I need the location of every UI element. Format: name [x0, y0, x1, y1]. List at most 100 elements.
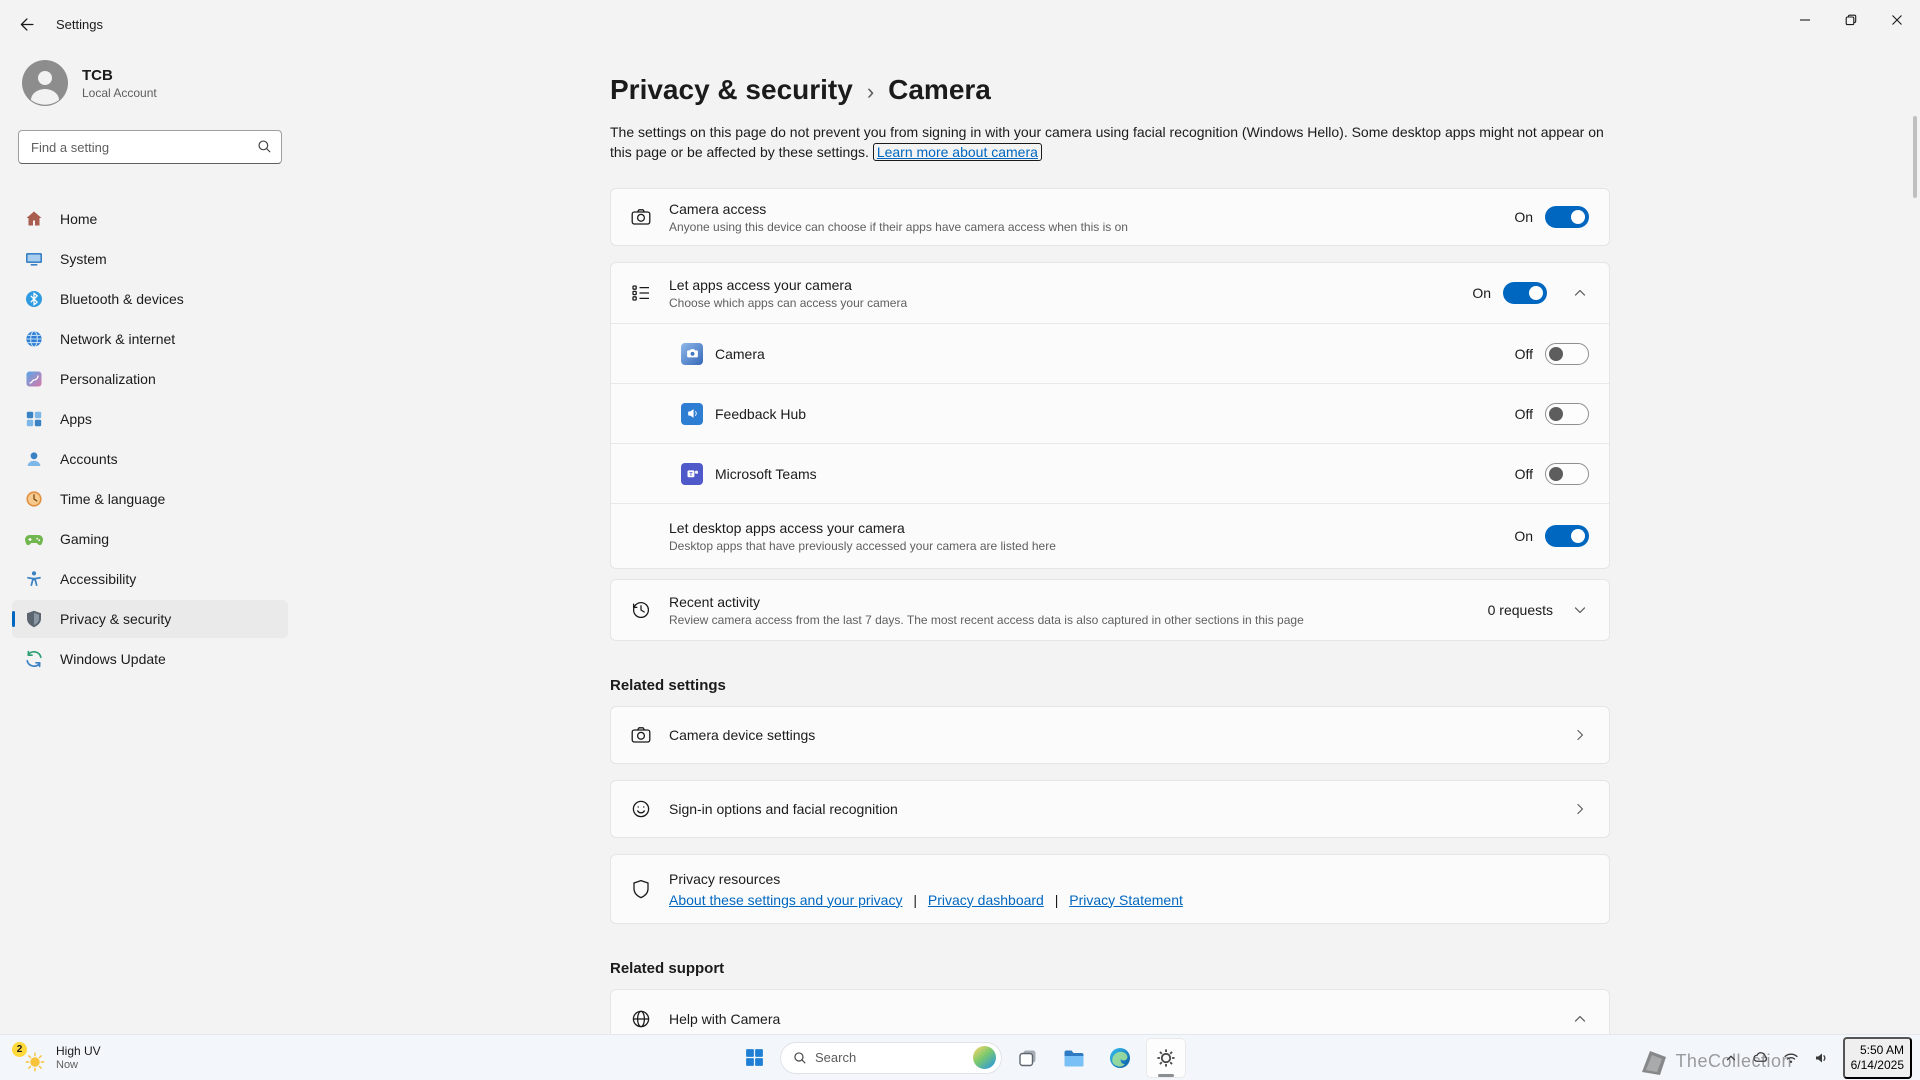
privacy-link-statement[interactable]: Privacy Statement [1069, 892, 1183, 908]
bluetooth-icon [24, 289, 44, 309]
gear-icon [1155, 1047, 1177, 1069]
sidebar-item-bluetooth-devices[interactable]: Bluetooth & devices [12, 280, 288, 318]
chevron-down-icon[interactable] [1571, 601, 1589, 619]
camera-app-toggle[interactable] [1545, 343, 1589, 365]
teams-app-icon: T [681, 463, 703, 485]
sidebar-item-gaming[interactable]: Gaming [12, 520, 288, 558]
back-button[interactable] [8, 7, 44, 41]
app-row-microsoft-teams: T Microsoft Teams Off [611, 444, 1609, 503]
link-label: Camera device settings [669, 727, 1571, 743]
system-tray: 5:50 AM 6/14/2025 [1717, 1035, 1912, 1080]
privacy-link-about[interactable]: About these settings and your privacy [669, 892, 902, 908]
widgets-button[interactable]: 2 High UV Now [2, 1037, 113, 1078]
sidebar-item-network-internet[interactable]: Network & internet [12, 320, 288, 358]
let-apps-group-card: Let apps access your camera Choose which… [610, 262, 1610, 569]
toggle-state-label: On [1472, 285, 1491, 301]
camera-access-card: Camera access Anyone using this device c… [610, 188, 1610, 246]
breadcrumb-parent[interactable]: Privacy & security [610, 74, 853, 106]
account-name: TCB [82, 67, 157, 84]
search-icon [793, 1051, 807, 1065]
setting-title: Recent activity [669, 594, 1488, 610]
page-title: Camera [888, 74, 991, 106]
taskbar-search-label: Search [815, 1050, 965, 1065]
sidebar-item-accessibility[interactable]: Accessibility [12, 560, 288, 598]
volume-icon[interactable] [1807, 1044, 1835, 1072]
onedrive-cloud-icon[interactable] [1747, 1044, 1775, 1072]
sidebar-item-home[interactable]: Home [12, 200, 288, 238]
gamepad-icon [24, 529, 44, 549]
search-highlight-icon [973, 1046, 996, 1069]
taskbar: 2 High UV Now Search [0, 1034, 1920, 1080]
accessibility-person-icon [24, 569, 44, 589]
restore-button[interactable] [1828, 0, 1874, 40]
help-with-camera-row[interactable]: Help with Camera [611, 990, 1609, 1034]
privacy-resources-card: Privacy resources About these settings a… [610, 854, 1610, 924]
search-icon [257, 139, 272, 154]
chevron-up-icon[interactable] [1571, 1010, 1589, 1028]
setting-desc: Choose which apps can access your camera [669, 296, 1472, 310]
help-with-camera-card: Help with Camera [610, 989, 1610, 1034]
personalization-icon [24, 369, 44, 389]
accounts-person-icon [24, 449, 44, 469]
account-type: Local Account [82, 86, 157, 100]
close-button[interactable] [1874, 0, 1920, 40]
app-name: Microsoft Teams [715, 466, 1515, 482]
camera-device-settings-card: Camera device settings [610, 706, 1610, 764]
desktop-apps-row: Let desktop apps access your camera Desk… [611, 504, 1609, 568]
learn-more-link[interactable]: Learn more about camera [873, 143, 1042, 161]
settings-search-input[interactable] [18, 130, 282, 164]
teams-toggle[interactable] [1545, 463, 1589, 485]
let-apps-toggle[interactable] [1503, 282, 1547, 304]
file-explorer-button[interactable] [1054, 1038, 1094, 1078]
related-settings-header: Related settings [610, 677, 1610, 694]
start-button[interactable] [734, 1038, 774, 1078]
scrollbar-thumb[interactable] [1913, 116, 1917, 198]
task-view-button[interactable] [1008, 1038, 1048, 1078]
sidebar-item-windows-update[interactable]: Windows Update [12, 640, 288, 678]
privacy-resources-row: Privacy resources About these settings a… [611, 855, 1609, 923]
sidebar-item-time-language[interactable]: Time & language [12, 480, 288, 518]
chevron-right-icon [1571, 726, 1589, 744]
recent-activity-card[interactable]: Recent activity Review camera access fro… [610, 579, 1610, 641]
toggle-state-label: Off [1515, 406, 1533, 422]
minimize-button[interactable] [1782, 0, 1828, 40]
desktop-apps-toggle[interactable] [1545, 525, 1589, 547]
sign-in-options-row[interactable]: Sign-in options and facial recognition [611, 781, 1609, 837]
tray-chevron-up-icon[interactable] [1717, 1044, 1745, 1072]
intro-text: The settings on this page do not prevent… [610, 122, 1610, 162]
main-content: Privacy & security › Camera The settings… [300, 48, 1920, 1034]
clock[interactable]: 5:50 AM 6/14/2025 [1843, 1037, 1912, 1079]
toggle-state-label: Off [1515, 346, 1533, 362]
app-row-feedback-hub: Feedback Hub Off [611, 384, 1609, 443]
taskbar-search[interactable]: Search [780, 1042, 1002, 1074]
smiley-icon [629, 798, 653, 820]
app-name: Feedback Hub [715, 406, 1515, 422]
sidebar-item-accounts[interactable]: Accounts [12, 440, 288, 478]
weather-uv-icon: 2 [14, 1043, 46, 1073]
setting-title: Let desktop apps access your camera [669, 520, 1514, 536]
svg-text:T: T [689, 472, 693, 478]
titlebar: Settings [0, 0, 1920, 48]
edge-icon [1108, 1046, 1132, 1070]
sidebar-item-personalization[interactable]: Personalization [12, 360, 288, 398]
settings-app-button[interactable] [1146, 1038, 1186, 1078]
edge-button[interactable] [1100, 1038, 1140, 1078]
feedback-hub-toggle[interactable] [1545, 403, 1589, 425]
setting-title: Camera access [669, 201, 1514, 217]
wifi-icon[interactable] [1777, 1044, 1805, 1072]
camera-access-toggle[interactable] [1545, 206, 1589, 228]
camera-access-row: Camera access Anyone using this device c… [611, 189, 1609, 245]
home-icon [24, 209, 44, 229]
camera-icon [629, 206, 653, 228]
link-separator: | [913, 892, 917, 908]
camera-device-settings-row[interactable]: Camera device settings [611, 707, 1609, 763]
recent-activity-row: Recent activity Review camera access fro… [611, 580, 1609, 640]
clock-time: 5:50 AM [1851, 1043, 1904, 1058]
sidebar-item-apps[interactable]: Apps [12, 400, 288, 438]
camera-app-icon [681, 343, 703, 365]
privacy-link-dashboard[interactable]: Privacy dashboard [928, 892, 1044, 908]
sidebar-item-privacy-security[interactable]: Privacy & security [12, 600, 288, 638]
sidebar-item-system[interactable]: System [12, 240, 288, 278]
apps-grid-icon [24, 409, 44, 429]
chevron-up-icon[interactable] [1571, 284, 1589, 302]
